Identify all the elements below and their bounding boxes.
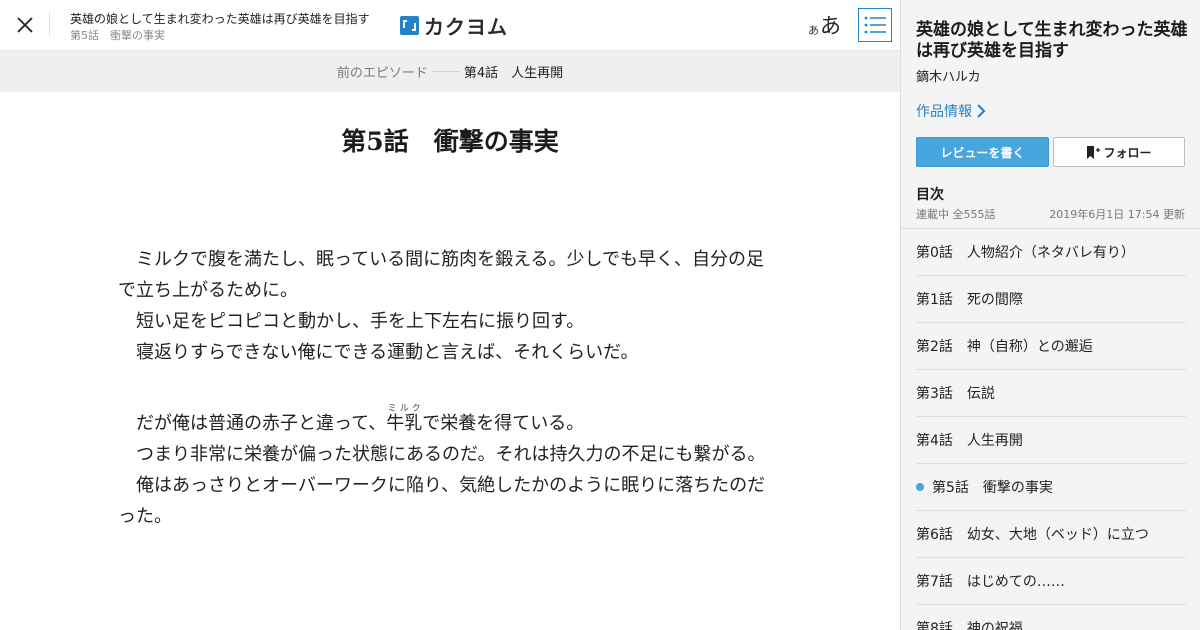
follow-label: フォロー <box>1103 145 1152 160</box>
prev-episode-label[interactable]: 前のエピソード <box>337 62 428 81</box>
toc-item-number: 第4話 <box>916 433 953 449</box>
logo-mark-icon <box>400 15 419 35</box>
body-paragraph: つまり非常に栄養が偏った状態にあるのだ。それは持久力の不足にも繋がる。 <box>136 444 766 465</box>
toc-status: 連載中 全555話 <box>916 208 996 221</box>
toc-item-3[interactable]: 第3話 伝説 <box>916 370 1186 417</box>
toc-item-0[interactable]: 第0話 人物紹介（ネタバレ有り） <box>916 229 1186 276</box>
ruby-base: 牛乳 <box>386 413 423 434</box>
toc-item-title: 神（自称）との邂逅 <box>966 339 1093 355</box>
toc-item-number: 第2話 <box>916 339 953 355</box>
toc-item-6[interactable]: 第6話 幼女、大地（ベッド）に立つ <box>916 511 1186 558</box>
toc-item-title: はじめての…… <box>966 574 1065 590</box>
toc-item-number: 第0話 <box>916 245 953 261</box>
toc-item-1[interactable]: 第1話 死の間際 <box>916 276 1186 323</box>
toc-item-number: 第8話 <box>916 621 953 630</box>
current-episode-dot-icon <box>916 483 924 491</box>
toc-item-title: 幼女、大地（ベッド）に立つ <box>966 527 1149 543</box>
ruby-line-before: だが俺は普通の赤子と違って、 <box>136 413 387 434</box>
header-episode-title: 第5話 衝撃の事実 <box>70 29 165 42</box>
toc-sidebar: 英雄の娘として生まれ変わった英雄は再び英雄を目指す 鏑木ハルカ 作品情報 レビュ… <box>900 0 1200 630</box>
header-divider <box>49 12 50 36</box>
toc-item-2[interactable]: 第2話 神（自称）との邂逅 <box>916 323 1186 370</box>
work-info-label: 作品情報 <box>916 104 972 120</box>
episode-nav-strip: 前のエピソード 第4話 人生再開 <box>0 51 900 92</box>
sidebar-work-title[interactable]: 英雄の娘として生まれ変わった英雄は再び英雄を目指す <box>916 20 1188 62</box>
list-icon <box>864 16 886 34</box>
write-review-button[interactable]: レビューを書く <box>916 137 1049 167</box>
font-size-small-glyph: あ <box>808 24 819 37</box>
toc-item-title: 衝撃の事実 <box>982 480 1053 496</box>
follow-button[interactable]: フォロー <box>1053 137 1185 167</box>
body-paragraph: 寝返りすらできない俺にできる運動と言えば、それくらいだ。 <box>136 342 639 363</box>
font-size-button[interactable]: あ あ <box>808 10 841 38</box>
toc-item-title: 人生再開 <box>966 433 1023 449</box>
reader-pane: 英雄の娘として生まれ変わった英雄は再び英雄を目指す 第5話 衝撃の事実 カクヨム… <box>0 0 900 630</box>
font-size-large-glyph: あ <box>820 14 841 38</box>
toc-item-number: 第5話 <box>932 480 969 496</box>
logo-text: カクヨム <box>424 14 508 39</box>
body-paragraph: 短い足をピコピコと動かし、手を上下左右に振り回す。 <box>136 311 585 332</box>
toc-item-5-current[interactable]: 第5話 衝撃の事実 <box>916 464 1186 511</box>
toc-item-number: 第1話 <box>916 292 953 308</box>
toc-item-number: 第7話 <box>916 574 953 590</box>
kakuyomu-logo[interactable]: カクヨム <box>400 13 508 39</box>
toc-toggle-button[interactable] <box>858 8 892 42</box>
toc-item-7[interactable]: 第7話 はじめての…… <box>916 558 1186 605</box>
toc-item-4[interactable]: 第4話 人生再開 <box>916 417 1186 464</box>
chapter-title: 第5話 衝撃の事実 <box>341 127 559 156</box>
ruby-line-after: で栄養を得ている。 <box>422 413 585 434</box>
header-work-title[interactable]: 英雄の娘として生まれ変わった英雄は再び英雄を目指す <box>70 10 370 27</box>
toc-item-title: 人物紹介（ネタバレ有り） <box>966 245 1135 261</box>
ruby-annotation: ミルク <box>386 404 423 414</box>
toc-updated: 2019年6月1日 17:54 更新 <box>1049 208 1185 221</box>
top-bar: 英雄の娘として生まれ変わった英雄は再び英雄を目指す 第5話 衝撃の事実 カクヨム… <box>0 0 900 51</box>
toc-heading: 目次 <box>916 187 944 203</box>
toc-item-title: 伝説 <box>966 386 995 402</box>
body-paragraph-ruby: だが俺は普通の赤子と違って、牛乳ミルクで栄養を得ている。 <box>118 404 778 439</box>
toc-item-8[interactable]: 第8話 神の祝福 <box>916 605 1186 630</box>
close-button[interactable] <box>13 13 37 37</box>
close-icon <box>17 17 33 33</box>
chapter-body: ミルクで腹を満たし、眠っている間に筋肉を鍛える。少しでも早く、自分の足で立ち上が… <box>118 244 778 532</box>
toc-list: 第0話 人物紹介（ネタバレ有り） 第1話 死の間際 第2話 神（自称）との邂逅 … <box>901 228 1200 630</box>
ruby-word: 牛乳ミルク <box>386 404 423 434</box>
toc-item-title: 死の間際 <box>966 292 1023 308</box>
work-info-link[interactable]: 作品情報 <box>916 101 986 121</box>
sidebar-author[interactable]: 鏑木ハルカ <box>916 66 981 85</box>
chevron-right-icon <box>977 104 986 118</box>
toc-item-number: 第6話 <box>916 527 953 543</box>
body-paragraph: ミルクで腹を満たし、眠っている間に筋肉を鍛える。少しでも早く、自分の足で立ち上が… <box>118 249 765 301</box>
nav-divider-line <box>431 71 460 72</box>
toc-item-title: 神の祝福 <box>966 621 1023 630</box>
toc-item-number: 第3話 <box>916 386 953 402</box>
bookmark-plus-icon <box>1087 145 1101 159</box>
body-paragraph: 俺はあっさりとオーバーワークに陥り、気絶したかのように眠りに落ちたのだった。 <box>118 475 766 527</box>
prev-episode-link[interactable]: 第4話 人生再開 <box>464 62 563 81</box>
